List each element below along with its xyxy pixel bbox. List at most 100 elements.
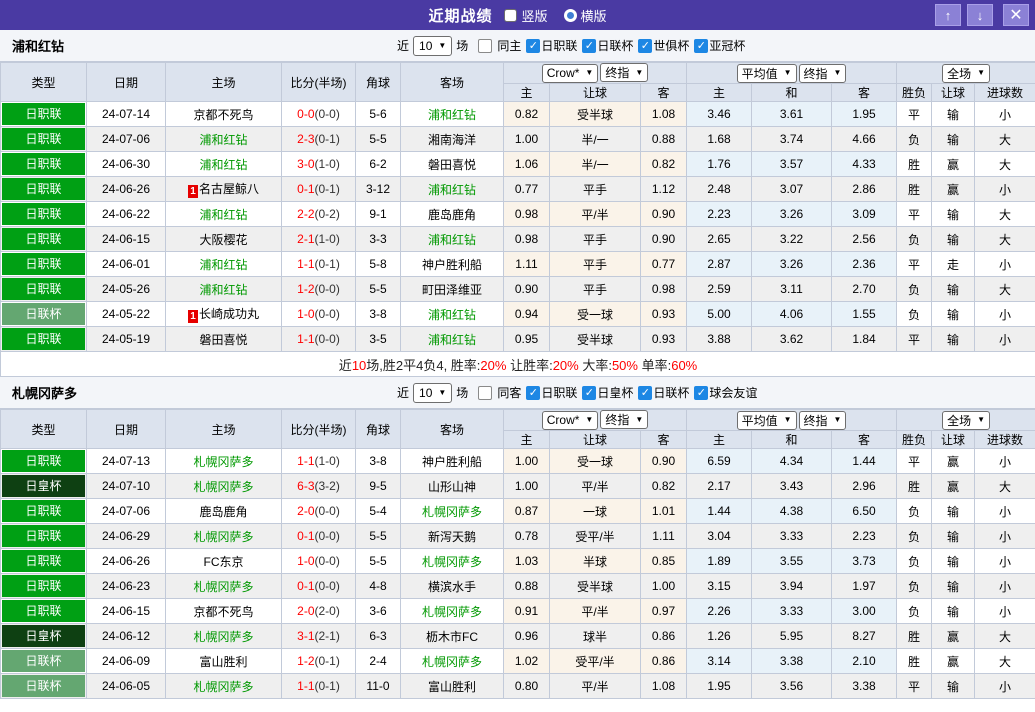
radio-unselected-icon [563, 8, 577, 22]
cell-league: 日联杯 [0, 301, 87, 327]
column-header: 主场 [165, 62, 282, 102]
move-up-button[interactable]: ↑ [935, 4, 961, 26]
cell-avg-away: 3.09 [831, 201, 898, 227]
move-down-button[interactable]: ↓ [967, 4, 993, 26]
cell-result-goals: 大 [974, 126, 1035, 152]
table-row: 日联杯 24-05-22 1 长崎成功丸 1-0(0-0) 3-8 浦和红钻 0.94 受一球 0… [0, 301, 1035, 327]
cell-avg-away: 1.97 [831, 573, 898, 599]
odds-stage-select[interactable]: 终指 ▼ [600, 63, 649, 83]
cell-away-odds: 0.93 [639, 301, 688, 327]
cell-home-odds: 1.06 [503, 151, 550, 177]
cell-corners: 5-5 [355, 523, 401, 549]
layout-radio-0[interactable]: 竖版 [504, 6, 548, 25]
league-filter-checkbox[interactable]: ✓ [694, 385, 709, 400]
cell-avg-away: 4.66 [831, 126, 898, 152]
away-team-name: 神户胜利船 [421, 257, 482, 272]
avg-stage-select[interactable]: 终指 ▼ [798, 63, 847, 83]
cell-home-team: 札幌冈萨多 [165, 448, 282, 474]
cell-result-goals: 大 [974, 623, 1035, 649]
league-filter-checkbox[interactable]: ✓ [638, 385, 653, 400]
cell-avg-away: 3.73 [831, 548, 898, 574]
average-select[interactable]: 平均值 ▼ [736, 410, 797, 430]
cell-league: 日职联 [0, 101, 87, 127]
cell-avg-draw: 3.74 [751, 126, 833, 152]
cell-avg-draw: 3.55 [751, 548, 833, 574]
home-team-name: 札幌冈萨多 [193, 679, 254, 694]
cell-result-wdl: 平 [896, 448, 933, 474]
column-subheader: 客 [831, 430, 898, 449]
match-scope-select[interactable]: 全场 ▼ [942, 63, 991, 83]
table-row: 日职联 24-07-06 浦和红钻 2-3(0-1) 5-5 湘南海洋 1.00 半/一 0.8… [0, 126, 1035, 152]
same-venue-checkbox[interactable] [478, 38, 493, 53]
fulltime-score: 2-0 [297, 504, 315, 518]
titlebar-buttons: ↑ ↓ ✕ [935, 4, 1029, 26]
cell-result-handicap: 赢 [931, 448, 976, 474]
cell-avg-away: 1.55 [831, 301, 898, 327]
away-team-name: 札幌冈萨多 [421, 604, 482, 619]
cell-handicap: 受一球 [549, 301, 641, 327]
league-badge: 日职联 [2, 525, 85, 547]
cell-away-team: 磐田喜悦 [400, 151, 504, 177]
cell-result-goals: 小 [974, 326, 1035, 352]
chevron-down-icon: ▼ [585, 68, 594, 78]
cell-avg-draw: 3.26 [751, 251, 833, 277]
league-badge: 日职联 [2, 253, 85, 275]
match-scope-select[interactable]: 全场 ▼ [942, 410, 991, 430]
league-filter-checkbox[interactable]: ✓ [582, 385, 597, 400]
odds-company-select[interactable]: Crow* ▼ [541, 63, 599, 83]
select-value: Crow* [546, 66, 580, 81]
cell-result-wdl: 胜 [896, 151, 933, 177]
match-count-select[interactable]: 10 ▼ [413, 382, 453, 403]
chevron-down-icon: ▼ [833, 415, 842, 424]
cell-handicap: 平手 [549, 276, 641, 302]
cell-avg-home: 3.15 [686, 573, 753, 599]
column-subheader: 主 [503, 430, 550, 449]
summary-segment: 场,胜2平4负4, 胜率: [366, 357, 481, 373]
away-team-name: 新泻天鹅 [427, 529, 476, 544]
match-count-select[interactable]: 10 ▼ [413, 35, 453, 56]
league-filter-checkbox[interactable]: ✓ [526, 38, 541, 53]
home-team-name: 浦和红钻 [199, 257, 248, 272]
league-badge: 日职联 [2, 178, 85, 200]
home-team-name: 浦和红钻 [199, 157, 248, 172]
same-venue-checkbox[interactable] [478, 385, 493, 400]
cell-corners: 6-2 [355, 151, 401, 177]
cell-avg-home: 2.23 [686, 201, 753, 227]
cell-score: 3-0(1-0) [281, 151, 356, 177]
cell-handicap: 半/一 [549, 126, 641, 152]
cell-handicap: 受半球 [549, 101, 641, 127]
league-filter-checkbox[interactable]: ✓ [582, 38, 597, 53]
table-row: 日职联 24-07-06 鹿岛鹿角 2-0(0-0) 5-4 札幌冈萨多 0.87 一球 1.0… [0, 498, 1035, 524]
cell-result-goals: 大 [974, 473, 1035, 499]
close-button[interactable]: ✕ [1003, 4, 1029, 26]
summary-cell: 近10场,胜2平4负4, 胜率:20% 让胜率:20% 大率:50% 单率:60… [0, 351, 1035, 377]
home-team-name: 札幌冈萨多 [193, 479, 254, 494]
odds-stage-select[interactable]: 终指 ▼ [600, 410, 649, 430]
column-subheader: 主 [503, 83, 550, 102]
league-filter-checkbox[interactable]: ✓ [694, 38, 709, 53]
cell-avg-home: 3.88 [686, 326, 753, 352]
table-row: 日职联 24-05-26 浦和红钻 1-2(0-0) 5-5 町田泽维亚 0.90 平手 0.9… [0, 276, 1035, 302]
odds-select-group: Crow* ▼ 终指 ▼ [502, 409, 688, 431]
cell-score: 1-0(0-0) [281, 301, 356, 327]
cell-result-goals: 小 [974, 301, 1035, 327]
league-filter-checkbox[interactable]: ✓ [526, 385, 541, 400]
section-header: 浦和红钻近 10 ▼ 场同主 ✓ 日职联 ✓ 日联杯 ✓ 世俱杯 ✓ 亚冠杯 [0, 30, 1035, 62]
cell-corners: 3-5 [355, 326, 401, 352]
layout-radio-1[interactable]: 横版 [563, 6, 607, 25]
league-badge: 日职联 [2, 328, 85, 350]
cell-avg-home: 1.89 [686, 548, 753, 574]
cell-avg-draw: 4.06 [751, 301, 833, 327]
cell-date: 24-07-06 [86, 498, 166, 524]
cell-result-handicap: 赢 [931, 623, 976, 649]
cell-date: 24-06-12 [86, 623, 166, 649]
cell-league: 日职联 [0, 226, 87, 252]
odds-company-select[interactable]: Crow* ▼ [541, 410, 599, 430]
cell-date: 24-06-26 [86, 548, 166, 574]
cell-home-team: 札幌冈萨多 [165, 673, 282, 699]
average-select[interactable]: 平均值 ▼ [736, 63, 797, 83]
league-filter-checkbox[interactable]: ✓ [638, 38, 653, 53]
cell-avg-draw: 3.07 [751, 176, 833, 202]
avg-stage-select[interactable]: 终指 ▼ [798, 410, 847, 430]
column-subheader: 让球 [549, 83, 641, 102]
